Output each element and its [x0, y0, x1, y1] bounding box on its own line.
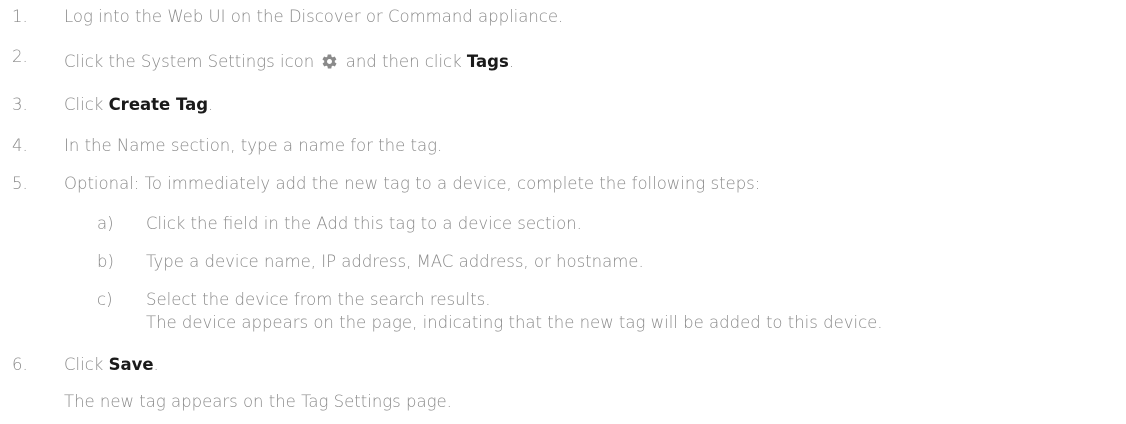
procedure-document: 1. Log into the Web UI on the Discover o…	[0, 0, 1126, 424]
substep-text: Click the field in the Add this tag to a…	[146, 214, 582, 233]
step-text-post: .	[208, 95, 214, 114]
step-number: 5.	[12, 174, 28, 193]
substep-letter: a)	[97, 214, 114, 233]
substep-letter: b)	[97, 252, 114, 271]
step-text-pre: Click	[64, 355, 104, 374]
step-number: 2.	[12, 47, 28, 66]
substep-text: Select the device from the search result…	[146, 290, 491, 309]
create-tag-ui-label: Create Tag	[108, 95, 209, 114]
save-ui-label: Save	[108, 355, 154, 374]
step-text-pre: Click	[64, 95, 104, 114]
step-number: 1.	[12, 7, 28, 26]
step-6-note: The new tag appears on the Tag Settings …	[64, 392, 452, 411]
step-number: 3.	[12, 95, 28, 114]
step-text: Log into the Web UI on the Discover or C…	[64, 7, 564, 26]
step-text: Click the System Settings icon and then …	[64, 51, 514, 73]
substep-letter: c)	[97, 290, 113, 309]
step-text: Click Create Tag.	[64, 94, 213, 116]
step-text: In the Name section, type a name for the…	[64, 136, 443, 155]
tags-ui-label: Tags	[466, 52, 509, 71]
gear-icon	[322, 54, 337, 69]
step-number: 6.	[12, 355, 28, 374]
step-text-post: .	[508, 52, 515, 71]
substep-text: Type a device name, IP address, MAC addr…	[146, 252, 644, 271]
step-number: 4.	[12, 136, 28, 155]
step-text: Optional: To immediately add the new tag…	[64, 174, 761, 193]
step-text-post: .	[153, 355, 159, 374]
step-text-mid: and then click	[345, 52, 462, 71]
step-text: Click Save.	[64, 354, 159, 376]
step-text-pre: Click the System Settings icon	[64, 52, 315, 71]
substep-c-note: The device appears on the page, indicati…	[146, 313, 883, 332]
